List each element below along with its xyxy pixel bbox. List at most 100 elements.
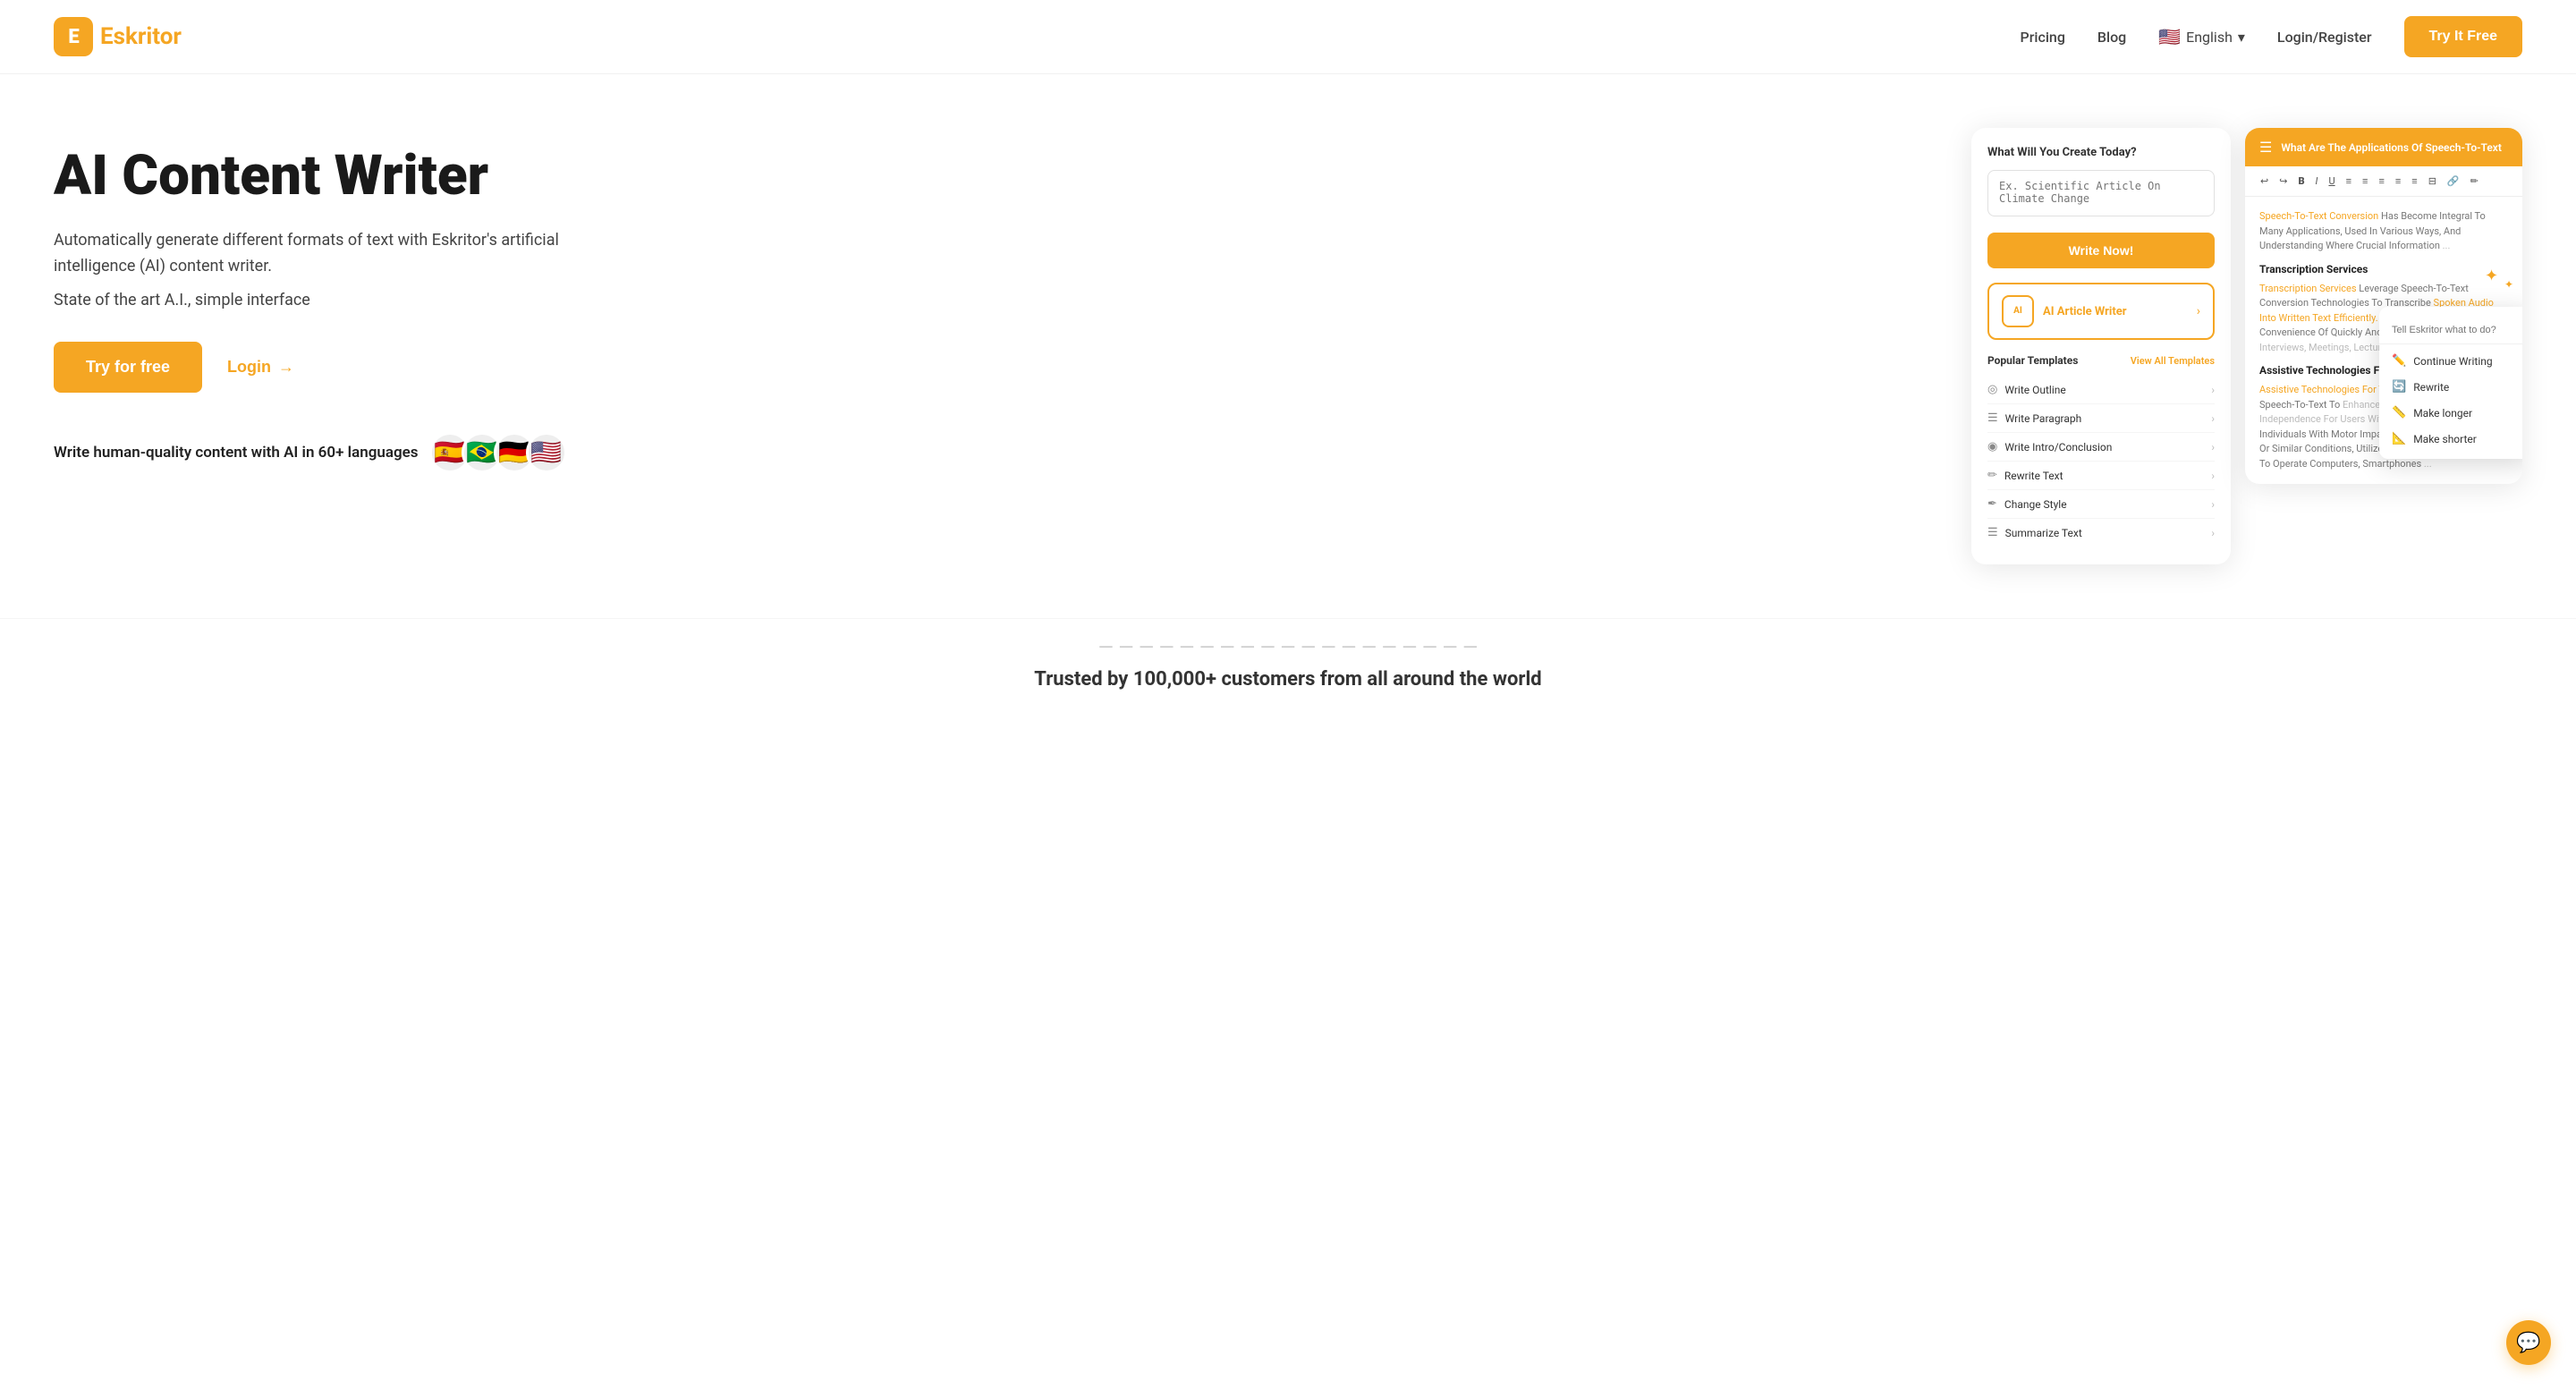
- write-now-button[interactable]: Write Now!: [1987, 233, 2215, 268]
- logo[interactable]: E Eskritor: [54, 17, 182, 56]
- section1-title: Transcription Services: [2259, 261, 2508, 278]
- context-rewrite[interactable]: 🔄 Rewrite: [2379, 374, 2522, 400]
- continue-writing-icon: ✏️: [2392, 354, 2406, 368]
- logo-text: Eskritor: [100, 23, 182, 50]
- us-flag-icon: 🇺🇸: [2158, 26, 2181, 47]
- try-for-free-button[interactable]: Try for free: [54, 342, 202, 393]
- context-menu-header: [2379, 314, 2522, 344]
- trusted-label: Trusted by 100,000+ customers from all a…: [54, 668, 2522, 691]
- rewrite-text-label: Rewrite Text: [2004, 470, 2063, 482]
- bold-icon[interactable]: B: [2295, 174, 2307, 189]
- undo-icon[interactable]: ↩: [2258, 174, 2271, 189]
- hero-buttons: Try for free Login →: [54, 342, 572, 393]
- languages-label: Write human-quality content with AI in 6…: [54, 444, 419, 462]
- editor-card: ☰ What Are The Applications Of Speech-To…: [2245, 128, 2522, 484]
- popular-templates-header: Popular Templates View All Templates: [1987, 354, 2215, 367]
- menu-icon: ☰: [2259, 139, 2272, 156]
- link-icon[interactable]: 🔗: [2445, 174, 2462, 189]
- write-paragraph-label: Write Paragraph: [2005, 412, 2082, 425]
- rewrite-icon: ✏: [1987, 469, 1997, 482]
- template-list: ◎ Write Outline › ☰ Write Paragraph › ◉: [1987, 376, 2215, 547]
- underline-icon[interactable]: U: [2326, 174, 2337, 189]
- make-longer-label: Make longer: [2413, 407, 2472, 420]
- flags-stack: 🇪🇸 🇧🇷 🇩🇪 🇺🇸: [429, 432, 567, 473]
- context-make-longer[interactable]: 📏 Make longer: [2379, 400, 2522, 426]
- summarize-icon: ☰: [1987, 526, 1998, 539]
- editor-header: ☰ What Are The Applications Of Speech-To…: [2245, 128, 2522, 166]
- view-all-templates-link[interactable]: View All Templates: [2131, 355, 2215, 367]
- login-button[interactable]: Login →: [227, 358, 294, 377]
- chevron-right-icon: ›: [2197, 304, 2200, 318]
- indent-icon[interactable]: ⊟: [2426, 174, 2439, 189]
- make-longer-icon: 📏: [2392, 406, 2406, 420]
- editor-toolbar: ↩ ↪ B I U ≡ ≡ ≡ ≡ ≡ ⊟ 🔗 ✏: [2245, 166, 2522, 197]
- align-right-icon[interactable]: ≡: [2409, 174, 2419, 189]
- template-write-intro[interactable]: ◉ Write Intro/Conclusion ›: [1987, 433, 2215, 462]
- chevron-icon: ›: [2211, 412, 2215, 425]
- hero-subtitle: State of the art A.I., simple interface: [54, 291, 572, 309]
- hero-mockups: What Will You Create Today? Write Now! A…: [1971, 128, 2522, 564]
- ai-article-label: AI Article Writer: [2043, 305, 2127, 318]
- list-icon[interactable]: ≡: [2343, 174, 2354, 189]
- nav-pricing[interactable]: Pricing: [2021, 29, 2065, 46]
- write-outline-label: Write Outline: [2004, 384, 2065, 396]
- chevron-icon: ›: [2211, 441, 2215, 453]
- context-menu-input[interactable]: [2392, 325, 2519, 335]
- write-outline-icon: ◎: [1987, 383, 1997, 396]
- ai-article-box[interactable]: AI AI Article Writer ›: [1987, 283, 2215, 340]
- write-intro-icon: ◉: [1987, 440, 1997, 453]
- nav-login-register[interactable]: Login/Register: [2277, 29, 2372, 46]
- rewrite-label: Rewrite: [2413, 381, 2449, 394]
- chevron-icon: ›: [2211, 384, 2215, 396]
- hero-left: AI Content Writer Automatically generate…: [54, 128, 572, 473]
- sparkle-icon-2: ✦: [2504, 278, 2513, 291]
- template-change-style[interactable]: ✒ Change Style ›: [1987, 490, 2215, 519]
- language-selector[interactable]: 🇺🇸 English ▾: [2158, 26, 2245, 47]
- editor-intro: Speech-To-Text Conversion Has Become Int…: [2259, 209, 2508, 254]
- edit-icon[interactable]: ✏: [2468, 174, 2481, 189]
- template-summarize[interactable]: ☰ Summarize Text ›: [1987, 519, 2215, 547]
- navbar: E Eskritor Pricing Blog 🇺🇸 English ▾ Log…: [0, 0, 2576, 74]
- sparkle-icon-1: ✦: [2485, 267, 2498, 285]
- chevron-down-icon: ▾: [2238, 29, 2245, 46]
- nav-links: Pricing Blog 🇺🇸 English ▾ Login/Register…: [2021, 16, 2522, 57]
- hero-languages: Write human-quality content with AI in 6…: [54, 432, 572, 473]
- continue-writing-label: Continue Writing: [2413, 355, 2492, 368]
- context-menu: ✏️ Continue Writing 🔄 Rewrite 📏 Make lon…: [2379, 307, 2522, 459]
- align-left-icon[interactable]: ≡: [2376, 174, 2386, 189]
- redo-icon[interactable]: ↪: [2276, 174, 2290, 189]
- topic-input[interactable]: [1987, 170, 2215, 216]
- logo-icon: E: [54, 17, 93, 56]
- ai-icon: AI: [2002, 295, 2034, 327]
- ordered-list-icon[interactable]: ≡: [2360, 174, 2370, 189]
- summarize-label: Summarize Text: [2005, 527, 2082, 539]
- arrow-right-icon: →: [278, 358, 294, 377]
- hero-section: AI Content Writer Automatically generate…: [0, 74, 2576, 600]
- editor-title: What Are The Applications Of Speech-To-T…: [2281, 141, 2508, 154]
- language-label: English: [2186, 29, 2233, 46]
- chat-icon: 💬: [2516, 1332, 2540, 1354]
- template-rewrite-text[interactable]: ✏ Rewrite Text ›: [1987, 462, 2215, 490]
- write-paragraph-icon: ☰: [1987, 411, 1998, 425]
- context-make-shorter[interactable]: 📐 Make shorter: [2379, 426, 2522, 452]
- nav-cta-button[interactable]: Try It Free: [2404, 16, 2522, 57]
- hero-description: Automatically generate different formats…: [54, 228, 572, 280]
- rewrite-icon: 🔄: [2392, 380, 2406, 394]
- nav-blog[interactable]: Blog: [2097, 29, 2126, 46]
- italic-icon[interactable]: I: [2313, 174, 2321, 189]
- popular-label: Popular Templates: [1987, 354, 2078, 367]
- content-creator-card: What Will You Create Today? Write Now! A…: [1971, 128, 2231, 564]
- hero-title: AI Content Writer: [54, 146, 572, 207]
- align-center-icon[interactable]: ≡: [2393, 174, 2403, 189]
- chevron-icon: ›: [2211, 470, 2215, 482]
- card1-question: What Will You Create Today?: [1987, 146, 2215, 159]
- template-write-paragraph[interactable]: ☰ Write Paragraph ›: [1987, 404, 2215, 433]
- make-shorter-label: Make shorter: [2413, 433, 2477, 445]
- make-shorter-icon: 📐: [2392, 432, 2406, 445]
- change-style-label: Change Style: [2004, 498, 2067, 511]
- context-continue-writing[interactable]: ✏️ Continue Writing: [2379, 348, 2522, 374]
- template-write-outline[interactable]: ◎ Write Outline ›: [1987, 376, 2215, 404]
- chat-bubble-button[interactable]: 💬: [2506, 1320, 2551, 1365]
- flag-usa: 🇺🇸: [526, 432, 567, 473]
- write-intro-label: Write Intro/Conclusion: [2004, 441, 2112, 453]
